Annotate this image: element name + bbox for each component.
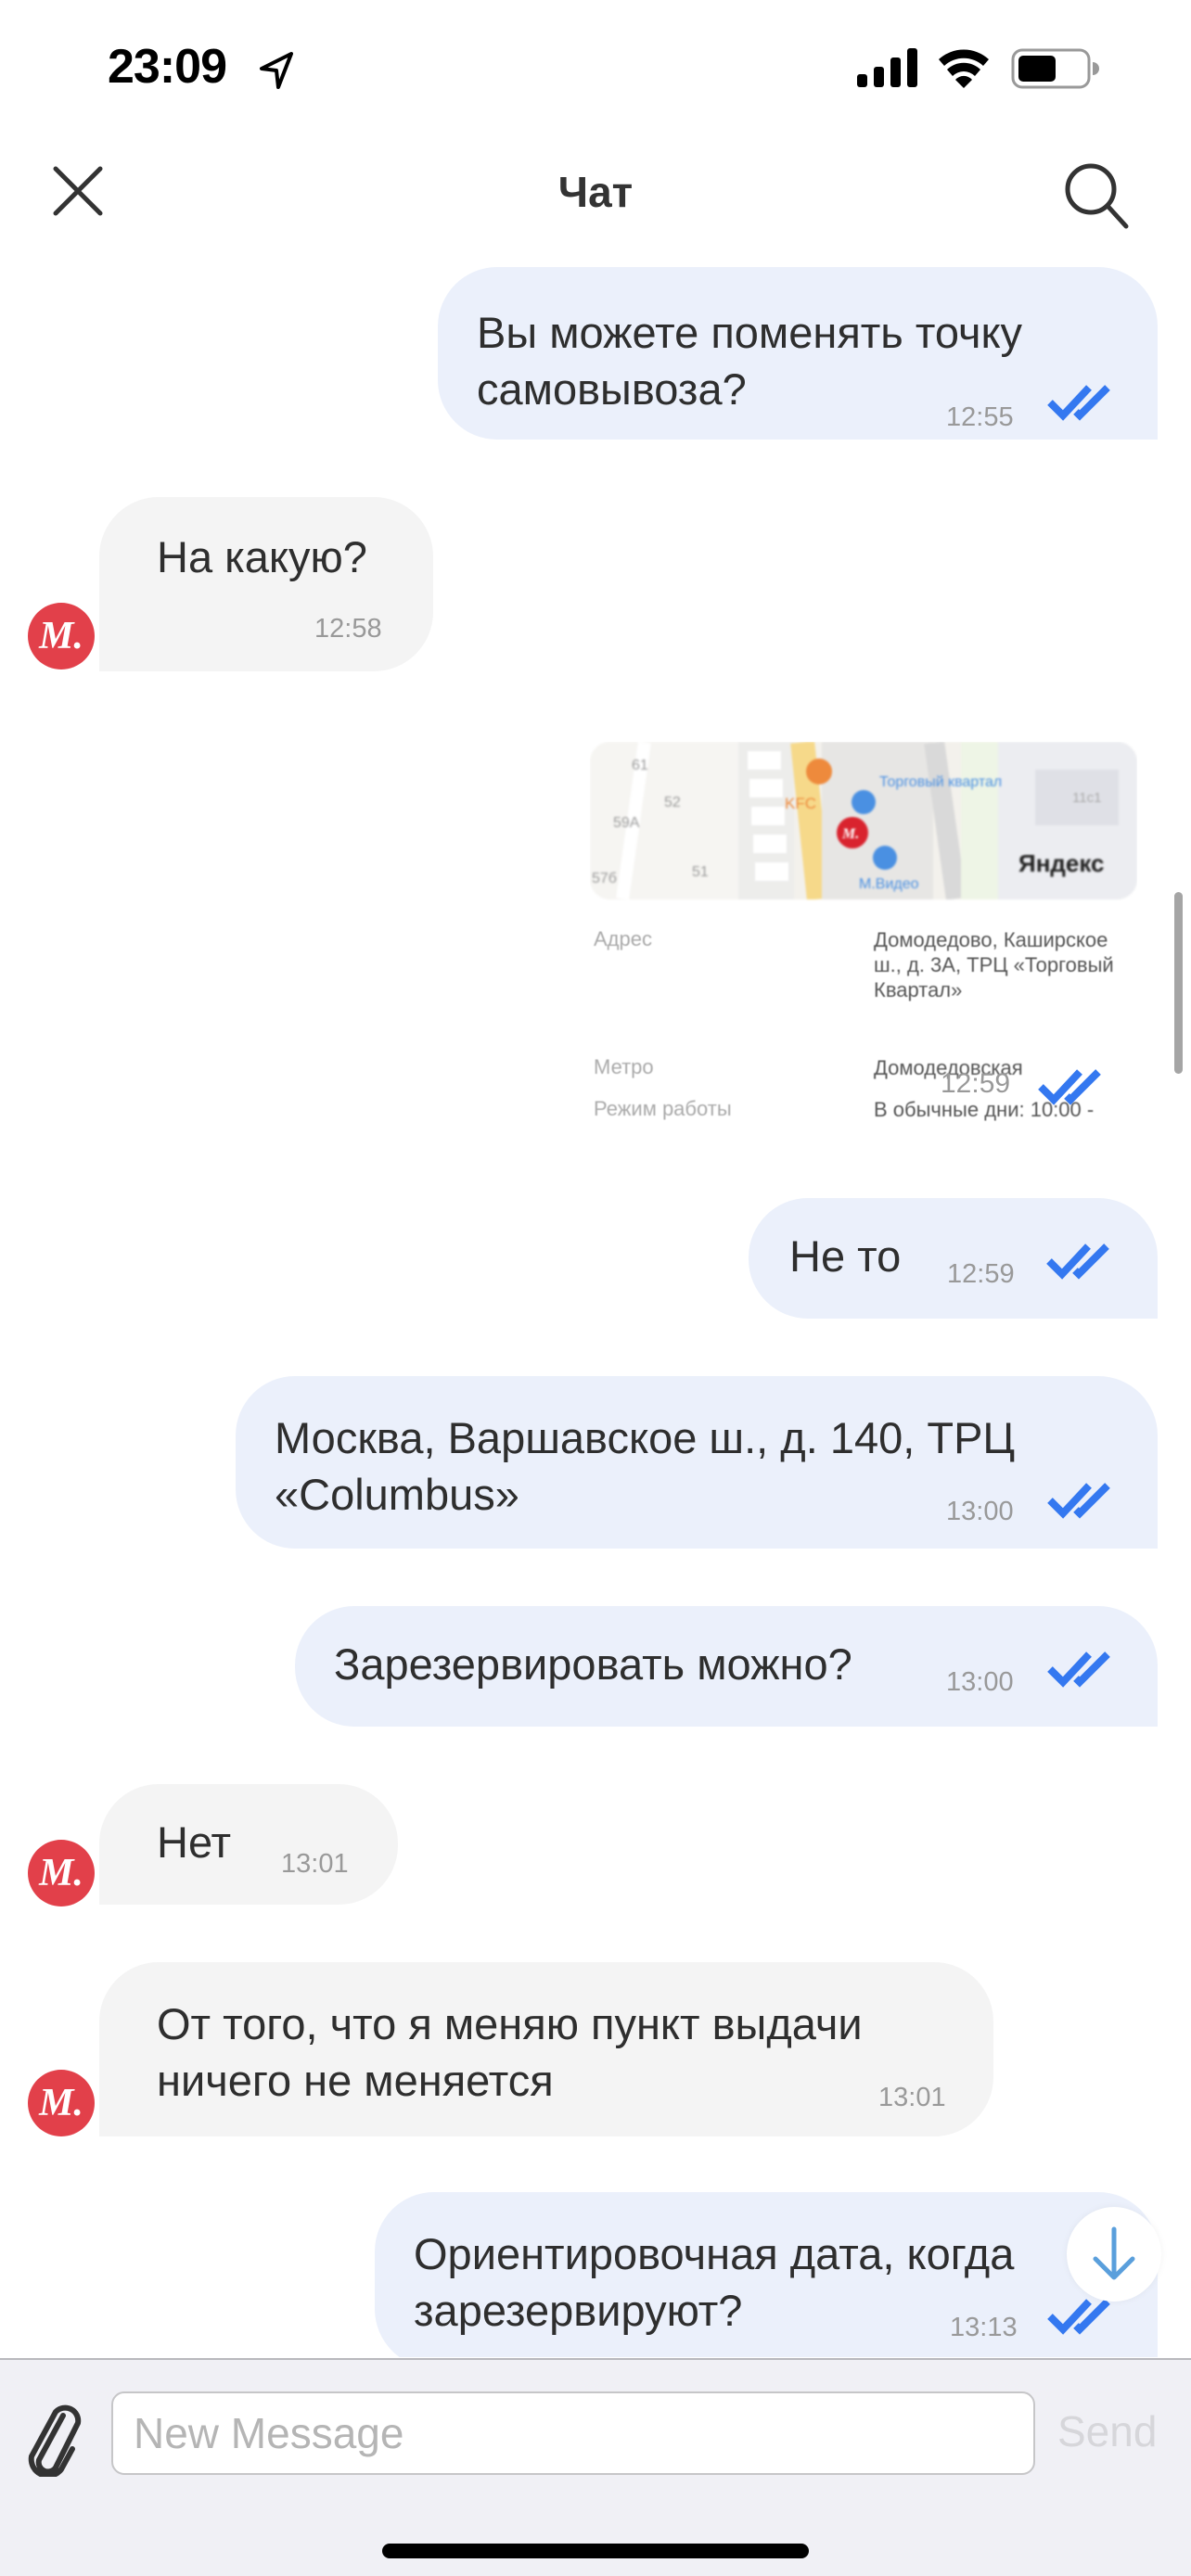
map-label: 59А xyxy=(613,815,640,831)
map-label: М.Видео xyxy=(859,876,919,892)
message-time: 12:59 xyxy=(941,1068,1011,1099)
chat-message-list[interactable]: Вы можете поменять точку самовывоза? 12:… xyxy=(0,250,1191,2357)
map-label: 52 xyxy=(664,795,681,810)
message-text: Москва, Варшавское ш., д. 140, ТРЦ xyxy=(275,1413,1016,1462)
map-label: 11с1 xyxy=(1072,790,1101,806)
search-icon xyxy=(1065,163,1129,229)
map-label: Торговый квартал xyxy=(879,774,1002,790)
message-incoming[interactable]: Нет 13:01 xyxy=(99,1784,398,1905)
status-bar: 23:09 xyxy=(0,0,1191,139)
page-title: Чат xyxy=(557,168,634,216)
message-text: Вы можете поменять точку xyxy=(477,308,1023,357)
card-label: Метро xyxy=(594,1055,654,1078)
location-arrow-icon xyxy=(260,52,293,89)
nav-bar: Чат xyxy=(0,139,1191,250)
battery-icon xyxy=(1011,48,1099,89)
message-time: 13:01 xyxy=(281,1849,349,1879)
message-time: 13:13 xyxy=(950,2313,1018,2342)
message-text: На какую? xyxy=(157,532,367,581)
avatar: М. xyxy=(28,1840,95,1906)
send-button[interactable]: Send xyxy=(1057,2406,1157,2456)
map-image: 61 52 59А 57б 51 KFC Торговый квартал М.… xyxy=(590,742,1137,899)
home-indicator xyxy=(382,2544,809,2558)
message-text: От того, что я меняю пункт выдачи xyxy=(157,1999,863,2048)
card-label: Режим работы xyxy=(594,1097,732,1120)
message-text: «Columbus» xyxy=(275,1470,519,1519)
message-text: Зарезервировать можно? xyxy=(334,1639,852,1689)
message-input[interactable] xyxy=(111,2391,1035,2475)
map-preview[interactable]: 61 52 59А 57б 51 KFC Торговый квартал М.… xyxy=(590,742,1137,899)
arrow-down-icon xyxy=(1093,2226,1135,2280)
message-incoming[interactable]: От того, что я меняю пункт выдачи ничего… xyxy=(99,1962,993,2136)
map-label: 61 xyxy=(632,758,648,773)
scrollbar[interactable] xyxy=(1174,892,1183,1074)
message-outgoing[interactable]: Ориентировочная дата, когда зарезервирую… xyxy=(375,2192,1158,2357)
message-text: ничего не меняется xyxy=(157,2056,554,2105)
map-label: 51 xyxy=(692,864,709,880)
message-text: Нет xyxy=(157,1817,232,1867)
map-label: KFC xyxy=(785,795,816,812)
message-time: 13:00 xyxy=(946,1667,1014,1697)
composer: Send xyxy=(0,2358,1191,2576)
message-text: Ориентировочная дата, когда xyxy=(414,2229,1015,2278)
message-text: самовывоза? xyxy=(477,364,747,414)
message-incoming[interactable]: На какую? 12:58 xyxy=(99,497,433,671)
message-outgoing[interactable]: Вы можете поменять точку самовывоза? 12:… xyxy=(438,267,1158,440)
message-outgoing[interactable]: Зарезервировать можно? 13:00 xyxy=(295,1606,1158,1727)
double-check-icon xyxy=(1047,1483,1110,1519)
card-value: Домодедово, Каширское ш., д. 3А, ТРЦ «То… xyxy=(874,928,1114,1001)
scroll-to-bottom-button[interactable] xyxy=(1067,2207,1161,2302)
message-time: 13:00 xyxy=(946,1497,1014,1526)
yandex-logo: Яндекс xyxy=(1018,849,1105,877)
double-check-icon xyxy=(1038,1069,1101,1105)
message-outgoing[interactable]: Москва, Варшавское ш., д. 140, ТРЦ «Colu… xyxy=(236,1376,1158,1549)
message-outgoing[interactable]: Не то 12:59 xyxy=(749,1198,1158,1319)
svg-text:М.: М. xyxy=(841,826,859,842)
message-text: Не то xyxy=(789,1231,902,1281)
avatar: М. xyxy=(28,2070,95,2136)
double-check-icon xyxy=(1047,1651,1110,1688)
status-time: 23:09 xyxy=(108,40,227,94)
message-time: 12:55 xyxy=(946,402,1014,432)
double-check-icon xyxy=(1047,385,1110,421)
message-text: зарезервируют? xyxy=(414,2286,743,2335)
message-time: 13:01 xyxy=(878,2083,946,2112)
message-time: 12:59 xyxy=(947,1259,1015,1289)
attach-button[interactable] xyxy=(20,2395,87,2479)
wifi-icon xyxy=(939,49,989,88)
map-label: 57б xyxy=(592,871,617,886)
cellular-signal-icon xyxy=(857,48,917,87)
paperclip-icon xyxy=(28,2404,82,2479)
message-time: 12:58 xyxy=(314,614,382,644)
avatar: М. xyxy=(28,603,95,670)
store-card-message[interactable]: 61 52 59А 57б 51 KFC Торговый квартал М.… xyxy=(590,742,1137,1142)
search-button[interactable] xyxy=(1059,158,1133,232)
card-label: Адрес xyxy=(594,927,652,950)
double-check-icon xyxy=(1046,1243,1109,1280)
